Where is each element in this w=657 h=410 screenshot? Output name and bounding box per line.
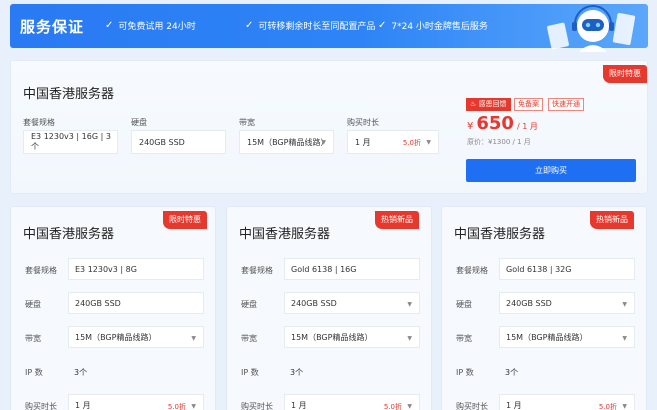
product-title: 中国香港服务器	[239, 227, 331, 242]
product-card: 限时特惠 中国香港服务器 套餐规格 E3 1230v3 | 8G 硬盘 240G…	[10, 206, 216, 410]
ip-label: IP 数	[456, 368, 474, 377]
disk-label: 硬盘	[25, 300, 41, 309]
spec-label: 套餐规格	[23, 118, 55, 127]
spec-field[interactable]: Gold 6138 | 32G	[499, 258, 635, 280]
bandwidth-label: 带宽	[239, 118, 255, 127]
discount-hint: 5.0折	[598, 403, 617, 410]
bandwidth-label: 带宽	[456, 334, 472, 343]
disk-field[interactable]: 240GB SSD	[131, 130, 226, 154]
banner-feature-support: ✓ 7*24 小时金牌售后服务	[378, 20, 488, 32]
spec-field[interactable]: Gold 6138 | 16G	[284, 258, 420, 280]
promo-ribbon: 限时特惠	[163, 211, 207, 229]
duration-select[interactable]: 1 月 5.0折 ▼	[68, 394, 204, 410]
chevron-down-icon: ▼	[191, 403, 196, 410]
chevron-down-icon: ▼	[426, 139, 431, 146]
tag-fast-activation: 快速开通	[548, 98, 584, 111]
disk-select[interactable]: 240GB SSD ▼	[499, 292, 635, 314]
ip-label: IP 数	[241, 368, 259, 377]
duration-label: 购买时长	[241, 402, 273, 410]
discount-hint: 5.0折	[167, 403, 186, 410]
bandwidth-select[interactable]: 15M（BGP精品线路） ▼	[499, 326, 635, 348]
check-icon: ✓	[245, 20, 254, 31]
ip-value: 3个	[74, 368, 88, 377]
duration-label: 购买时长	[25, 402, 57, 410]
discount-hint: 5.0折	[383, 403, 402, 410]
chevron-down-icon: ▼	[191, 335, 196, 342]
banner-feature-free-trial: ✓ 可免费试用 24小时	[105, 20, 196, 32]
chevron-down-icon: ▼	[407, 403, 412, 410]
tag-gratitude: ♨ 感恩回馈	[466, 98, 511, 111]
disk-label: 硬盘	[241, 300, 257, 309]
buy-now-button[interactable]: 立即购买	[466, 159, 636, 182]
spec-label: 套餐规格	[241, 266, 273, 275]
duration-label: 购买时长	[456, 402, 488, 410]
featured-product-card: 限时特惠 中国香港服务器 套餐规格 E3 1230v3 | 16G | 3个 硬…	[10, 60, 648, 194]
fire-icon: ♨	[470, 100, 477, 108]
support-robot-icon	[547, 5, 636, 52]
tag-no-filing: 免备案	[514, 98, 543, 111]
spec-field[interactable]: E3 1230v3 | 16G | 3个	[23, 130, 118, 154]
chevron-down-icon: ▼	[622, 301, 627, 308]
disk-select[interactable]: 240GB SSD ▼	[284, 292, 420, 314]
chevron-down-icon: ▼	[622, 335, 627, 342]
disk-label: 硬盘	[456, 300, 472, 309]
disk-label: 硬盘	[131, 118, 147, 127]
disk-field[interactable]: 240GB SSD	[68, 292, 204, 314]
spec-label: 套餐规格	[456, 266, 488, 275]
ip-value: 3个	[290, 368, 304, 377]
service-guarantee-banner: 服务保证 ✓ 可免费试用 24小时 ✓ 可转移剩余时长至同配置产品 ✓ 7*24…	[10, 4, 648, 52]
check-icon: ✓	[105, 20, 114, 31]
chevron-down-icon: ▼	[407, 335, 412, 342]
ip-value: 3个	[505, 368, 519, 377]
current-price: ¥ 650 / 1 月	[467, 113, 538, 134]
product-title: 中国香港服务器	[23, 87, 115, 102]
discount-hint: 5.0折	[402, 139, 421, 147]
duration-select[interactable]: 1 月 5.0折 ▼	[347, 130, 439, 154]
bandwidth-label: 带宽	[25, 334, 41, 343]
spec-field[interactable]: E3 1230v3 | 8G	[68, 258, 204, 280]
bandwidth-label: 带宽	[241, 334, 257, 343]
original-price: 原价：¥1300 / 1 月	[467, 138, 531, 146]
banner-title: 服务保证	[20, 18, 85, 36]
bandwidth-select[interactable]: 15M（BGP精品线路） ▼	[284, 326, 420, 348]
hot-ribbon: 热销新品	[375, 211, 419, 229]
chevron-down-icon: ▼	[622, 403, 627, 410]
check-icon: ✓	[378, 20, 387, 31]
bandwidth-select[interactable]: 15M（BGP精品线路） ▼	[68, 326, 204, 348]
chevron-down-icon: ▼	[407, 301, 412, 308]
duration-label: 购买时长	[347, 118, 379, 127]
bandwidth-select[interactable]: 15M（BGP精品线路） ▼	[239, 130, 334, 154]
product-title: 中国香港服务器	[23, 227, 115, 242]
spec-label: 套餐规格	[25, 266, 57, 275]
duration-select[interactable]: 1 月 5.0折 ▼	[499, 394, 635, 410]
product-card: 热销新品 中国香港服务器 套餐规格 Gold 6138 | 16G 硬盘 240…	[226, 206, 432, 410]
chevron-down-icon: ▼	[321, 139, 326, 146]
banner-feature-transfer: ✓ 可转移剩余时长至同配置产品	[245, 20, 376, 32]
duration-select[interactable]: 1 月 5.0折 ▼	[284, 394, 420, 410]
hot-ribbon: 热销新品	[590, 211, 634, 229]
product-card: 热销新品 中国香港服务器 套餐规格 Gold 6138 | 32G 硬盘 240…	[441, 206, 647, 410]
promo-ribbon: 限时特惠	[603, 65, 647, 83]
ip-label: IP 数	[25, 368, 43, 377]
product-title: 中国香港服务器	[454, 227, 546, 242]
